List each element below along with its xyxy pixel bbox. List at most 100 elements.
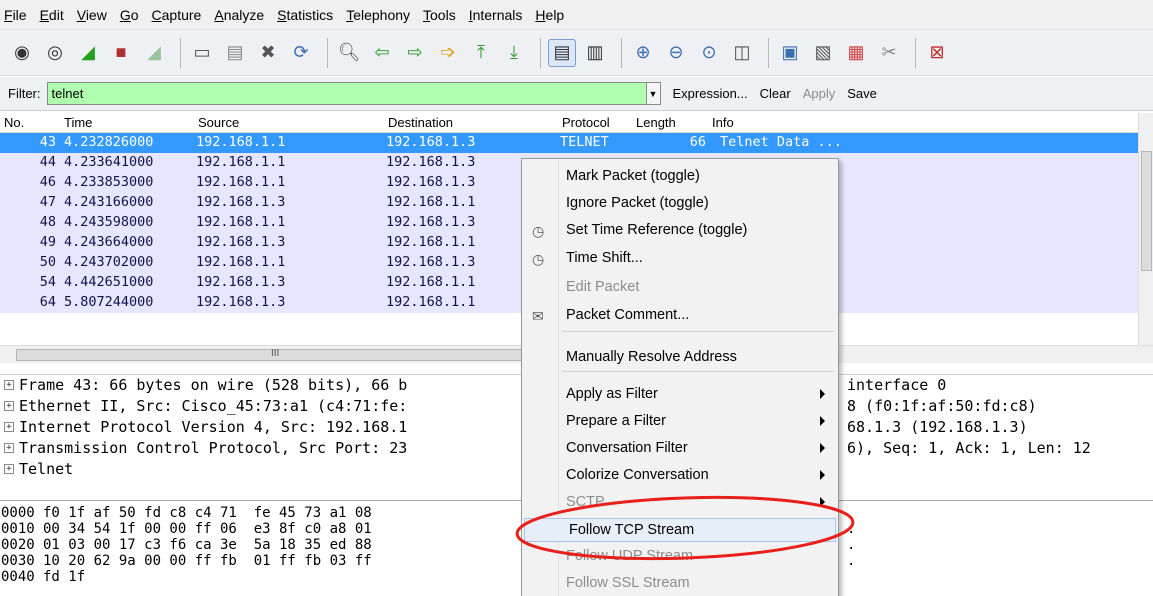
save-button[interactable]: Save: [847, 86, 877, 101]
reload-button[interactable]: ⟳: [287, 39, 315, 67]
column-header-protocol[interactable]: Protocol: [562, 115, 610, 130]
packet-cell-time: 4.442651000: [64, 274, 154, 290]
scroll-thumb[interactable]: III: [16, 348, 536, 361]
menu-capture[interactable]: Capture: [152, 7, 202, 23]
display-filter-input[interactable]: telnet: [46, 82, 647, 105]
menu-item-time-shift[interactable]: ◷ Time Shift...: [522, 247, 838, 271]
column-header-source[interactable]: Source: [198, 115, 239, 130]
scroll-thumb[interactable]: [1141, 151, 1152, 271]
expand-icon[interactable]: +: [4, 401, 14, 411]
find-packet-button[interactable]: 🔍︎: [335, 39, 363, 67]
clear-button[interactable]: Clear: [760, 86, 791, 101]
capture-options-icon: ◎: [47, 42, 63, 62]
auto-scroll-button[interactable]: ▥: [581, 39, 609, 67]
menu-item-label: Follow TCP Stream: [569, 522, 695, 538]
packet-cell-no: 48: [39, 214, 56, 230]
column-header-destination[interactable]: Destination: [388, 115, 453, 130]
start-capture-button[interactable]: ◢: [74, 39, 102, 67]
interface-list-button[interactable]: ◉: [8, 39, 36, 67]
expand-icon[interactable]: +: [4, 443, 14, 453]
preferences-icon: ✂: [881, 42, 897, 62]
submenu-arrow-icon: [820, 470, 825, 480]
go-to-packet-button[interactable]: ➩: [434, 39, 462, 67]
menu-item-label: SCTP: [566, 494, 605, 510]
help-button[interactable]: ⊠: [923, 39, 951, 67]
expand-icon[interactable]: +: [4, 422, 14, 432]
menu-item-ignore-packet-toggle[interactable]: Ignore Packet (toggle): [522, 192, 838, 216]
go-last-button[interactable]: ⤓: [500, 39, 528, 67]
menu-edit[interactable]: Edit: [40, 7, 64, 23]
menu-file[interactable]: File: [4, 7, 27, 23]
open-file-button[interactable]: ▭: [188, 39, 216, 67]
close-file-button[interactable]: ✖: [254, 39, 282, 67]
filter-dropdown-button[interactable]: ▼: [646, 82, 661, 105]
zoom-out-icon: ⊖: [668, 42, 684, 62]
menu-item-apply-as-filter[interactable]: Apply as Filter: [522, 383, 838, 407]
go-back-button[interactable]: ⇦: [368, 39, 396, 67]
menu-item-label: Mark Packet (toggle): [566, 168, 700, 184]
menu-item-follow-ssl-stream[interactable]: Follow SSL Stream: [522, 572, 838, 596]
menu-statistics[interactable]: Statistics: [277, 7, 333, 23]
menu-bar: File Edit View Go Capture Analyze Statis…: [0, 0, 1153, 30]
packet-cell-no: 43: [39, 134, 56, 150]
expand-icon[interactable]: +: [4, 380, 14, 390]
toolbar-separator: [768, 37, 769, 68]
toolbar-separator: [621, 37, 622, 68]
colorize-button[interactable]: ▤: [548, 38, 576, 67]
column-header-time[interactable]: Time: [64, 115, 92, 130]
packet-cell-no: 64: [39, 294, 56, 310]
menu-tools[interactable]: Tools: [423, 7, 456, 23]
display-filters-button[interactable]: ▧: [809, 39, 837, 67]
bytes-ascii: .: [847, 553, 856, 569]
find-packet-icon: 🔍︎: [337, 42, 361, 62]
bytes-ascii: .: [847, 537, 856, 553]
go-to-packet-icon: ➩: [440, 42, 456, 62]
menu-help[interactable]: Help: [535, 7, 564, 23]
save-file-button[interactable]: ▤: [221, 39, 249, 67]
menu-item-follow-udp-stream[interactable]: Follow UDP Stream: [522, 545, 838, 569]
column-header-no[interactable]: No.: [4, 115, 24, 130]
column-header-length[interactable]: Length: [636, 115, 676, 130]
restart-capture-button[interactable]: ◢: [140, 39, 168, 67]
menu-analyze[interactable]: Analyze: [214, 7, 264, 23]
expand-icon[interactable]: +: [4, 464, 14, 474]
menu-item-set-time-reference-toggle[interactable]: ◷ Set Time Reference (toggle): [522, 219, 838, 243]
menu-item-follow-tcp-stream[interactable]: Follow TCP Stream: [524, 518, 836, 542]
menu-item-conversation-filter[interactable]: Conversation Filter: [522, 437, 838, 461]
apply-button[interactable]: Apply: [803, 86, 836, 101]
zoom-out-button[interactable]: ⊖: [662, 39, 690, 67]
menu-item-label: Colorize Conversation: [566, 467, 709, 483]
column-header-info[interactable]: Info: [712, 115, 734, 130]
packet-cell-no: 46: [39, 174, 56, 190]
menu-item-prepare-a-filter[interactable]: Prepare a Filter: [522, 410, 838, 434]
zoom-in-button[interactable]: ⊕: [629, 39, 657, 67]
coloring-rules-button[interactable]: ▦: [842, 39, 870, 67]
menu-go[interactable]: Go: [120, 7, 139, 23]
packet-cell-dst: 192.168.1.3: [386, 154, 476, 170]
menu-telephony[interactable]: Telephony: [346, 7, 410, 23]
menu-item-mark-packet-toggle[interactable]: Mark Packet (toggle): [522, 165, 838, 189]
detail-text-tail: 68.1.3 (192.168.1.3): [847, 418, 1028, 436]
menu-internals[interactable]: Internals: [469, 7, 523, 23]
stop-capture-button[interactable]: ■: [107, 39, 135, 67]
go-forward-button[interactable]: ⇨: [401, 39, 429, 67]
go-first-button[interactable]: ⤒: [467, 39, 495, 67]
help-icon: ⊠: [929, 42, 945, 62]
menu-item-packet-comment[interactable]: ✉ Packet Comment...: [522, 304, 838, 328]
menu-view[interactable]: View: [77, 7, 107, 23]
menu-item-edit-packet[interactable]: Edit Packet: [522, 276, 838, 300]
preferences-button[interactable]: ✂: [875, 39, 903, 67]
packet-cell-src: 192.168.1.3: [196, 294, 286, 310]
packet-row[interactable]: 43 4.232826000 192.168.1.1 192.168.1.3 TELNE…: [0, 133, 1138, 153]
menu-item-sctp[interactable]: SCTP: [522, 491, 838, 515]
menu-item-colorize-conversation[interactable]: Colorize Conversation: [522, 464, 838, 488]
capture-options-button[interactable]: ◎: [41, 39, 69, 67]
menu-item-label: Set Time Reference (toggle): [566, 222, 748, 238]
clock-icon: ◷: [532, 223, 545, 239]
packet-list-vscrollbar[interactable]: [1138, 113, 1153, 345]
expression-button[interactable]: Expression...: [673, 86, 748, 101]
resize-columns-button[interactable]: ◫: [728, 39, 756, 67]
menu-item-manually-resolve-address[interactable]: Manually Resolve Address: [522, 346, 838, 370]
capture-filters-button[interactable]: ▣: [776, 39, 804, 67]
zoom-normal-button[interactable]: ⊙: [695, 39, 723, 67]
